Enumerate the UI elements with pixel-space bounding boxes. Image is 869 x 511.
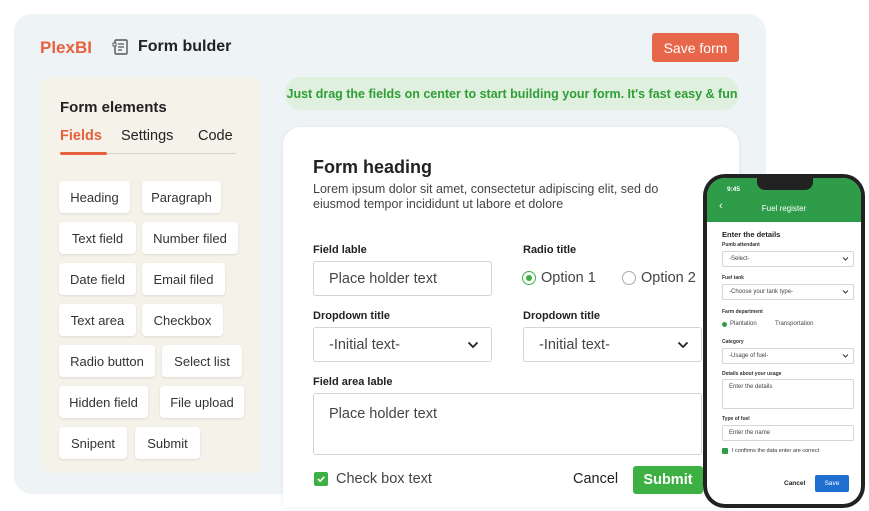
type-placeholder: Enter the name <box>729 430 771 436</box>
text-area-input[interactable]: Place holder text <box>313 393 702 455</box>
checkbox-field[interactable]: Check box text <box>314 471 432 487</box>
field-label: Field lable <box>313 244 367 256</box>
text-field-placeholder: Place holder text <box>329 270 438 287</box>
radio-option-1[interactable]: Option 1 <box>522 270 596 286</box>
radio-option-1-label: Option 1 <box>541 270 596 286</box>
checkbox-checked-icon <box>722 448 728 454</box>
tab-code[interactable]: Code <box>198 128 233 144</box>
page-title: Form bulder <box>138 38 232 55</box>
category-label: Category <box>722 339 744 345</box>
dropdown-2-select[interactable]: -Initial text- <box>523 327 702 362</box>
submit-button[interactable]: Submit <box>633 466 703 494</box>
phone-preview: 9:45 ‹ Fuel register Enter the details P… <box>703 174 865 508</box>
checkbox-label: Check box text <box>336 471 432 487</box>
radio-option-2-label: Option 2 <box>641 270 696 286</box>
form-canvas: Form heading Lorem ipsum dolor sit amet,… <box>283 127 739 507</box>
chevron-down-icon <box>677 341 689 349</box>
active-tab-indicator <box>60 152 107 155</box>
brand-logo: PlexBI <box>40 38 92 57</box>
field-chip-number-field[interactable]: Number filed <box>142 222 238 254</box>
form-elements-panel: Form elements Fields Settings Code Headi… <box>41 77 261 473</box>
type-label: Type of fuel <box>722 416 750 422</box>
dept-label: Farm department <box>722 309 763 315</box>
dropdown-2-value: -Initial text- <box>539 336 610 353</box>
field-chip-paragraph[interactable]: Paragraph <box>142 181 221 213</box>
field-chip-checkbox[interactable]: Checkbox <box>142 304 223 336</box>
radio-title: Radio title <box>523 244 577 256</box>
radio-option-2[interactable]: Option 2 <box>622 270 696 286</box>
page-header: Form bulder <box>112 38 231 56</box>
type-input[interactable]: Enter the name <box>722 425 854 441</box>
phone-notch <box>757 178 813 190</box>
radio-selected-icon <box>722 321 727 327</box>
phone-cancel-button[interactable]: Cancel <box>784 480 805 487</box>
text-field-input[interactable]: Place holder text <box>313 261 492 296</box>
field-chip-snippet[interactable]: Snipent <box>59 427 127 459</box>
field-chip-heading[interactable]: Heading <box>59 181 130 213</box>
phone-screen: 9:45 ‹ Fuel register Enter the details P… <box>707 178 861 504</box>
tank-label: Fuel tank <box>722 275 744 281</box>
details-label: Details about your usage <box>722 371 782 377</box>
dropdown-1-select[interactable]: -Initial text- <box>313 327 492 362</box>
phone-time: 9:45 <box>727 186 741 193</box>
pump-label: Pumb attendant <box>722 242 760 248</box>
field-chip-hidden-field[interactable]: Hidden field <box>59 386 148 418</box>
details-textarea[interactable]: Enter the details <box>722 379 854 409</box>
radio-selected-icon <box>522 271 536 285</box>
confirm-checkbox[interactable]: I confirms the data enter are correct <box>722 448 819 454</box>
chevron-down-icon <box>467 341 479 349</box>
phone-section-title: Enter the details <box>722 230 781 239</box>
category-select[interactable]: -Usage of fuel- <box>722 348 854 364</box>
checkbox-checked-icon <box>314 472 328 486</box>
radio-unselected-icon <box>622 271 636 285</box>
field-chip-text-area[interactable]: Text area <box>59 304 136 336</box>
app-panel: PlexBI Form bulder Save form Form elemen… <box>14 14 766 507</box>
phone-save-button[interactable]: Save <box>815 475 849 492</box>
tab-settings[interactable]: Settings <box>121 128 173 144</box>
chevron-down-icon <box>842 354 849 358</box>
field-area-label: Field area lable <box>313 376 393 388</box>
form-description[interactable]: Lorem ipsum dolor sit amet, consectetur … <box>313 182 683 212</box>
tab-fields[interactable]: Fields <box>60 128 102 144</box>
dropdown-1-title: Dropdown title <box>313 310 390 322</box>
category-value: -Usage of fuel- <box>729 353 769 359</box>
form-icon <box>112 38 130 56</box>
sidebar-tabs: Fields Settings Code <box>60 128 236 155</box>
chevron-down-icon <box>842 290 849 294</box>
tank-select[interactable]: -Choose your tank type- <box>722 284 854 300</box>
field-chip-date-field[interactable]: Date field <box>59 263 136 295</box>
hint-banner: Just drag the fields on center to start … <box>285 77 739 110</box>
dept-option-transportation[interactable]: Transportation <box>775 321 813 327</box>
form-heading[interactable]: Form heading <box>313 157 432 178</box>
sidebar-title: Form elements <box>60 99 167 116</box>
dept-option-plantation-label: Plantation <box>730 321 757 327</box>
field-chip-file-upload[interactable]: File upload <box>160 386 244 418</box>
cancel-button[interactable]: Cancel <box>573 471 618 487</box>
dept-option-transportation-label: Transportation <box>775 321 814 327</box>
field-chip-submit[interactable]: Submit <box>135 427 200 459</box>
field-chip-select-list[interactable]: Select list <box>162 345 242 377</box>
phone-title: Fuel register <box>761 204 807 213</box>
dept-option-plantation[interactable]: Plantation <box>722 321 757 327</box>
pump-value: -Select- <box>729 256 750 262</box>
dropdown-1-value: -Initial text- <box>329 336 400 353</box>
confirm-label: I confirms the data enter are correct <box>732 448 820 454</box>
pump-select[interactable]: -Select- <box>722 251 854 267</box>
text-area-placeholder: Place holder text <box>329 406 438 422</box>
details-placeholder: Enter the details <box>729 384 773 390</box>
chevron-down-icon <box>842 257 849 261</box>
field-chip-email-field[interactable]: Email filed <box>142 263 225 295</box>
field-chip-radio-button[interactable]: Radio button <box>59 345 155 377</box>
field-chip-text-field[interactable]: Text field <box>59 222 136 254</box>
dropdown-2-title: Dropdown title <box>523 310 600 322</box>
tank-value: -Choose your tank type- <box>729 289 794 295</box>
save-form-button[interactable]: Save form <box>652 33 739 62</box>
